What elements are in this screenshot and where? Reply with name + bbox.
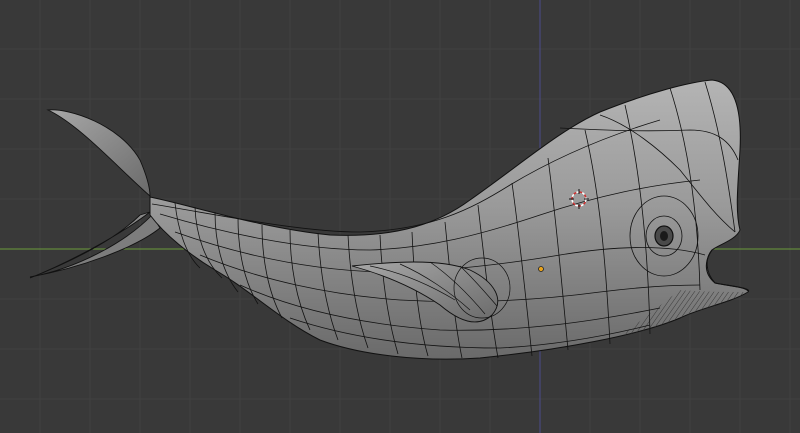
whale-mesh[interactable] xyxy=(29,79,750,360)
3d-viewport[interactable] xyxy=(0,0,800,433)
viewport-canvas[interactable] xyxy=(0,0,800,433)
tail-fluke-upper[interactable] xyxy=(46,109,151,197)
object-origin[interactable] xyxy=(538,266,544,272)
